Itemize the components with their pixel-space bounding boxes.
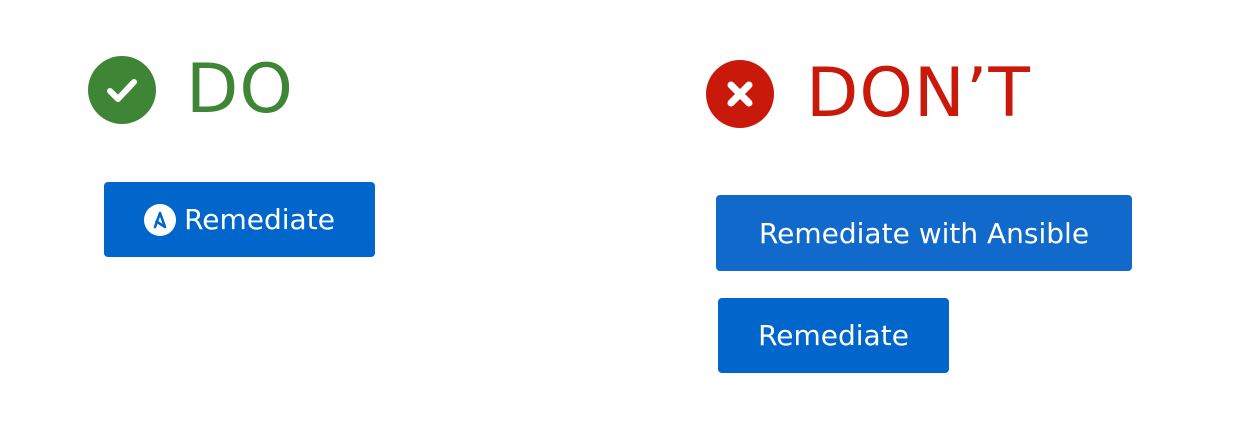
dont-heading: DON’T [706, 60, 1031, 128]
guideline-canvas: DO DON’T Remediate Remediate with Ansibl… [0, 0, 1236, 421]
do-heading: DO [88, 56, 294, 124]
remediate-button-with-icon[interactable]: Remediate [104, 182, 375, 257]
dont-label: DON’T [806, 54, 1031, 133]
do-label: DO [186, 50, 294, 129]
remediate-with-ansible-label: Remediate with Ansible [758, 216, 1090, 250]
remediate-button-label: Remediate [184, 203, 335, 236]
remediate-plain-label: Remediate [758, 319, 909, 352]
check-circle-icon [88, 56, 156, 124]
remediate-button-plain[interactable]: Remediate [718, 298, 949, 373]
times-circle-icon [706, 60, 774, 128]
ansible-logo-icon [144, 203, 177, 236]
remediate-with-ansible-button[interactable]: Remediate with Ansible [716, 195, 1132, 271]
